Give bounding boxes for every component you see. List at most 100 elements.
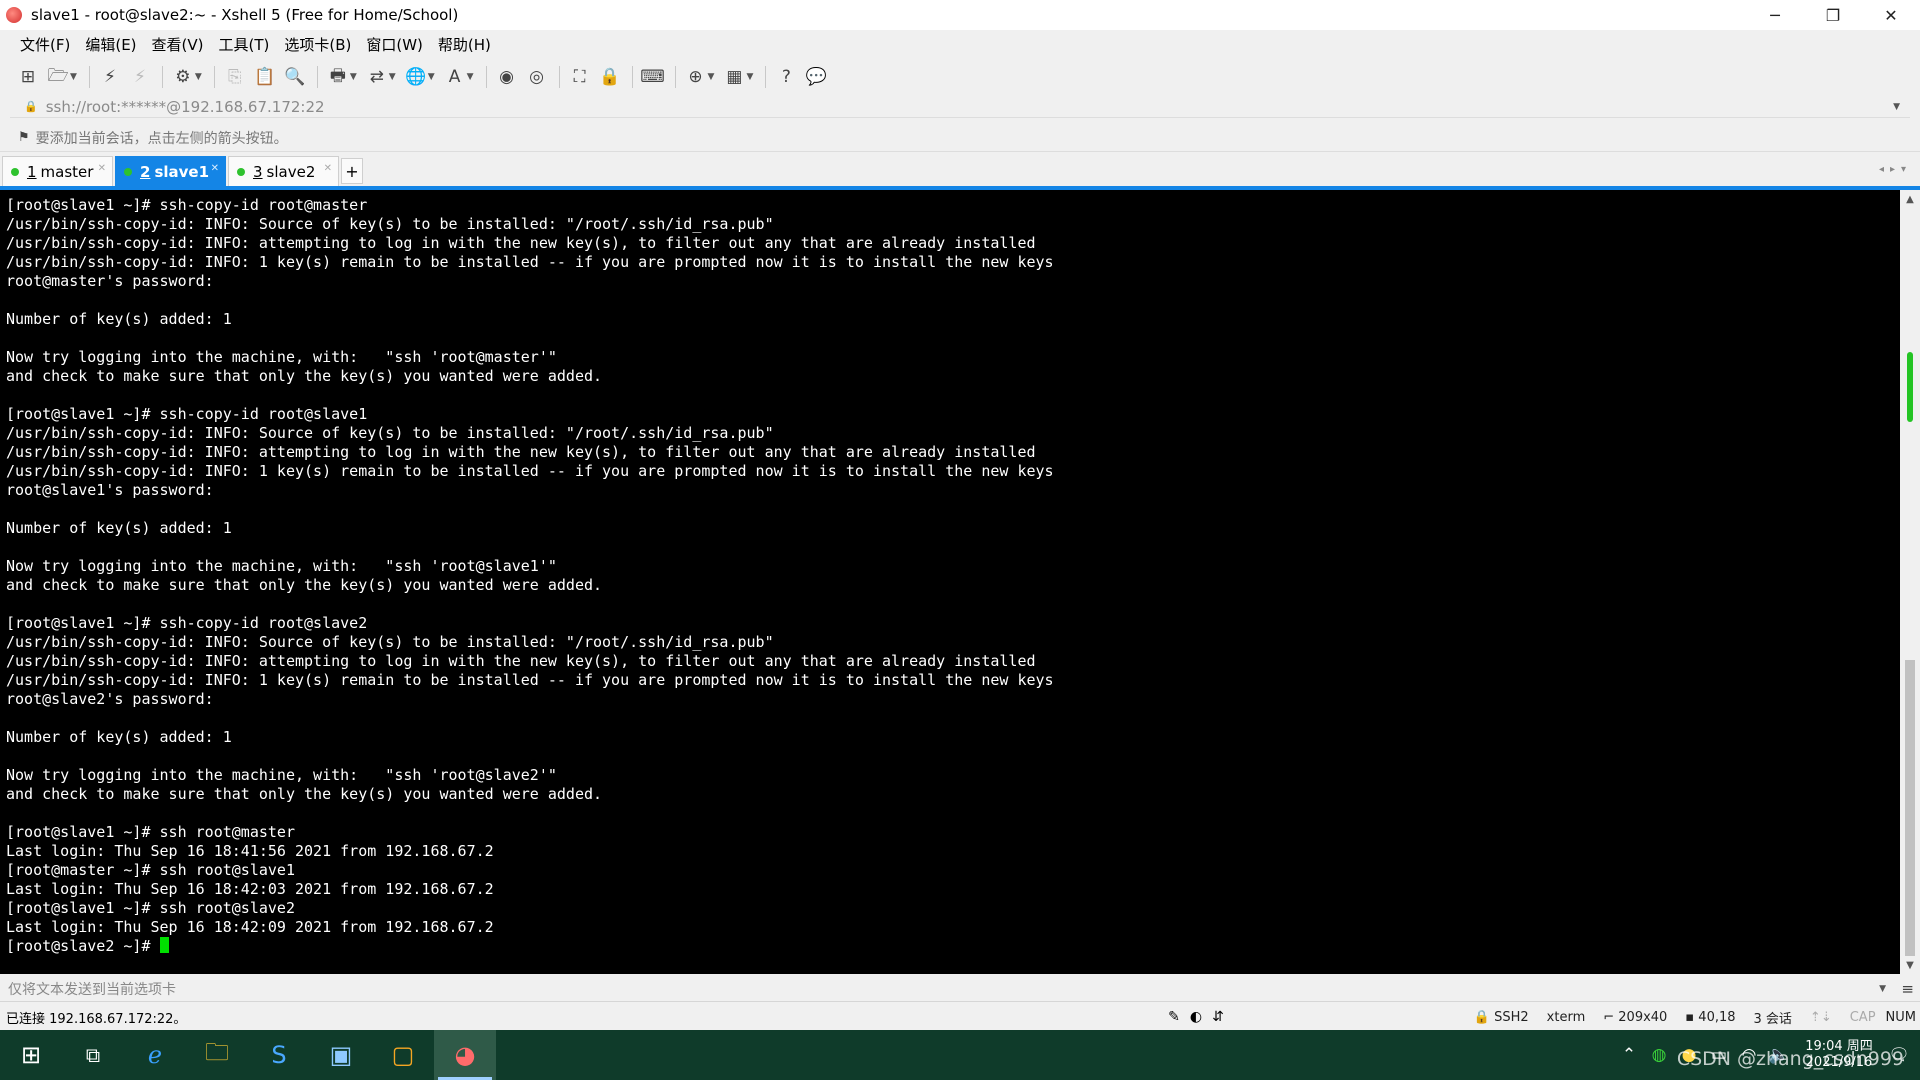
toolbar-separator [558,66,560,88]
open-folder-icon[interactable]: 🗁 [44,63,72,91]
scroll-thumb[interactable] [1905,660,1915,956]
help-icon[interactable]: ? [772,63,800,91]
menu-help[interactable]: 帮助(H) [438,34,491,55]
compose-menu-icon[interactable]: ≡ [1901,980,1914,998]
menu-file[interactable]: 文件(F) [20,34,70,55]
connected-status-icon [237,167,245,176]
sogou-app-icon[interactable]: S [248,1030,310,1080]
print-dropdown-icon[interactable]: ▼ [350,72,357,82]
ime-icon[interactable]: ✎ [1163,1007,1185,1027]
restore-button[interactable]: ❐ [1804,0,1862,30]
minimize-button[interactable]: ─ [1746,0,1804,30]
reconnect-icon[interactable]: ⚡ [96,63,124,91]
menu-edit[interactable]: 编辑(E) [85,34,136,55]
menu-tab[interactable]: 选项卡(B) [284,34,351,55]
compose-bar[interactable]: 仅将文本发送到当前选项卡 ▼ ≡ [0,976,1920,1002]
xftp-icon[interactable]: ◉ [493,63,521,91]
find-icon[interactable]: 🔍 [281,63,309,91]
scroll-up-icon[interactable]: ▲ [1900,190,1920,208]
xshell-taskbar-icon[interactable]: ◕ [434,1030,496,1080]
terminal-output[interactable]: [root@slave1 ~]# ssh-copy-id root@master… [0,190,1900,974]
lock-icon[interactable]: 🔒 [596,63,624,91]
script-icon[interactable]: ◎ [523,63,551,91]
properties-icon[interactable]: ⚙ [169,63,197,91]
open-dropdown-icon[interactable]: ▼ [70,72,77,82]
menu-window[interactable]: 窗口(W) [366,34,423,55]
layout-icon[interactable]: ▦ [720,63,748,91]
add-tab-dropdown-icon[interactable]: ▼ [708,72,715,82]
windows-start-icon[interactable]: ⊞ [0,1030,62,1080]
terminal-line: [root@slave1 ~]# ssh root@slave2 [6,899,295,917]
layout-dropdown-icon[interactable]: ▼ [746,72,753,82]
disconnect-icon[interactable]: ⚡ [126,63,154,91]
ime-mode-icon[interactable]: ◐ [1185,1007,1207,1027]
terminal-size: ⌐ 209x40 [1603,1009,1668,1025]
ie-browser-icon[interactable]: ℯ [124,1030,186,1080]
font-dropdown-icon[interactable]: ▼ [467,72,474,82]
address-bar[interactable]: 🔒 ssh://root:******@192.168.67.172:22 ▼ [10,96,1910,118]
menu-tools[interactable]: 工具(T) [219,34,270,55]
toolbar-separator [161,66,163,88]
terminal-line: Number of key(s) added: 1 [6,728,232,746]
session-hint-text: 要添加当前会话，点击左侧的箭头按钮。 [35,130,288,147]
terminal-line: [root@slave1 ~]# ssh-copy-id root@master [6,196,368,214]
tab-number: 2 [140,162,151,181]
toolbar-separator [631,66,633,88]
compose-dropdown-icon[interactable]: ▼ [1879,984,1886,994]
terminal-line: [root@slave1 ~]# ssh-copy-id root@slave2 [6,614,368,632]
tab-close-icon[interactable]: ✕ [98,163,106,174]
transfer-dropdown-icon[interactable]: ▼ [389,72,396,82]
wechat-icon[interactable]: ◍ [1644,1045,1674,1065]
control-panel-icon[interactable]: ▣ [310,1030,372,1080]
paste-icon[interactable]: 📋 [251,63,279,91]
address-dropdown-icon[interactable]: ▼ [1893,102,1900,112]
add-tab-button[interactable]: + [341,158,363,184]
window-title: slave1 - root@slave2:~ - Xshell 5 (Free … [31,6,459,24]
keyboard-icon[interactable]: ⌨ [639,63,667,91]
tab-slave2[interactable]: 3 slave2 ✕ [228,156,339,186]
scroll-down-icon[interactable]: ▼ [1900,956,1920,974]
new-session-icon[interactable]: ⊞ [14,63,42,91]
task-view-icon[interactable]: ⧉ [62,1030,124,1080]
show-hidden-icons-icon[interactable]: ⌃ [1614,1045,1644,1065]
connected-status-icon [11,167,19,176]
tab-close-icon[interactable]: ✕ [211,163,219,174]
menu-view[interactable]: 查看(V) [152,34,204,55]
terminal-line: root@slave1's password: [6,481,214,499]
ime-arrows-icon[interactable]: ⇵ [1207,1007,1229,1027]
copy-icon[interactable]: ⎘ [221,63,249,91]
terminal-line: [root@slave1 ~]# ssh root@master [6,823,295,841]
globe-icon[interactable]: 🌐 [402,63,430,91]
session-hint-bar: ⚑ 要添加当前会话，点击左侧的箭头按钮。 [0,124,1920,152]
terminal-scrollbar[interactable]: ▲ ▼ [1900,190,1920,974]
fullscreen-icon[interactable]: ⛶ [566,63,594,91]
xshell-app-icon [6,7,22,23]
terminal-line: and check to make sure that only the key… [6,785,603,803]
add-tab-icon[interactable]: ⊕ [682,63,710,91]
close-button[interactable]: ✕ [1862,0,1920,30]
toolbar-separator [485,66,487,88]
transfer-icon[interactable]: ⇄ [363,63,391,91]
font-icon[interactable]: A [441,63,469,91]
tab-scroll-arrows-icon[interactable]: ◂▸▾ [1879,164,1912,175]
tab-slave1[interactable]: 2 slave1 ✕ [115,156,226,186]
address-input[interactable]: ssh://root:******@192.168.67.172:22 [46,98,325,116]
properties-dropdown-icon[interactable]: ▼ [195,72,202,82]
tab-close-icon[interactable]: ✕ [324,163,332,174]
tab-master[interactable]: 1 master ✕ [2,156,113,186]
bookmark-arrow-icon[interactable]: ⚑ [18,130,30,145]
globe-dropdown-icon[interactable]: ▼ [428,72,435,82]
chat-icon[interactable]: 💬 [802,63,830,91]
print-icon[interactable]: 🖶 [324,63,352,91]
vmware-icon[interactable]: ▢ [372,1030,434,1080]
connected-status-icon [124,167,132,176]
compose-input[interactable]: 仅将文本发送到当前选项卡 [8,979,176,999]
terminal-line: /usr/bin/ssh-copy-id: INFO: 1 key(s) rem… [6,253,1054,271]
toolbar-separator [765,66,767,88]
cursor-position-label: 40,18 [1698,1009,1736,1025]
file-explorer-icon[interactable]: 🗀 [186,1030,248,1080]
toolbar-separator [674,66,676,88]
